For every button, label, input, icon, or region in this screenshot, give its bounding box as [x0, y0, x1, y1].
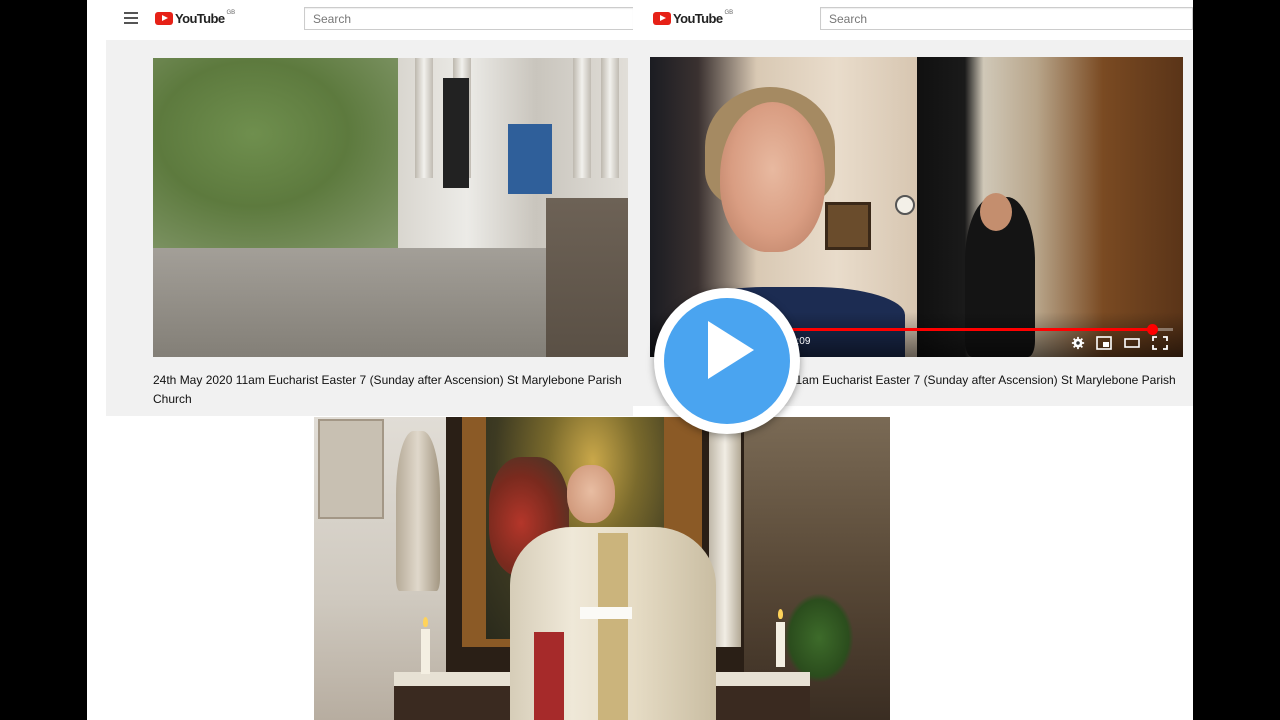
logo-text: YouTube	[673, 11, 723, 26]
candle-flame	[778, 609, 783, 619]
vestment-orphrey	[598, 533, 628, 720]
wall-clock	[895, 195, 915, 215]
trees	[153, 58, 403, 248]
youtube-logo[interactable]: YouTube GB	[155, 9, 236, 26]
region-code: GB	[226, 9, 236, 16]
play-button[interactable]	[654, 288, 800, 434]
youtube-logo-icon	[155, 12, 173, 25]
youtube-header-left: YouTube GB Search	[87, 0, 634, 40]
red-stole	[534, 632, 564, 720]
theater-mode-icon[interactable]	[1124, 336, 1140, 350]
hamburger-menu-icon[interactable]	[124, 12, 138, 24]
video-thumbnail-street[interactable]	[153, 58, 628, 357]
play-icon	[708, 321, 754, 379]
youtube-logo[interactable]: YouTube GB	[653, 9, 734, 26]
memorial-plaque	[318, 419, 384, 519]
video-frame-priest[interactable]	[314, 417, 890, 720]
statue	[396, 431, 440, 591]
candle	[421, 629, 430, 674]
composite-screenshot: YouTube GB Search YouTube GB Search 29:0…	[87, 0, 1193, 720]
region-code: GB	[724, 9, 734, 16]
singer-face	[720, 102, 825, 252]
search-input[interactable]: Search	[820, 7, 1193, 30]
wall-picture	[825, 202, 871, 250]
priest-head	[567, 465, 615, 523]
column	[415, 58, 433, 178]
brick-wall	[546, 198, 628, 357]
plant	[784, 593, 854, 683]
video-title-left[interactable]: 24th May 2020 11am Eucharist Easter 7 (S…	[153, 371, 623, 409]
column	[573, 58, 591, 178]
notice-board	[508, 124, 552, 194]
search-input[interactable]: Search	[304, 7, 634, 30]
candle	[776, 622, 785, 667]
logo-text: YouTube	[175, 11, 225, 26]
column	[601, 58, 619, 178]
gear-icon[interactable]	[1070, 336, 1086, 350]
fullscreen-icon[interactable]	[1152, 336, 1168, 350]
organist-head	[980, 193, 1012, 231]
lamp-post	[443, 78, 469, 188]
paper-sheet	[580, 607, 632, 619]
candle-flame	[423, 617, 428, 627]
miniplayer-icon[interactable]	[1096, 336, 1112, 350]
youtube-logo-icon	[653, 12, 671, 25]
youtube-header-right: YouTube GB Search	[633, 0, 1193, 40]
